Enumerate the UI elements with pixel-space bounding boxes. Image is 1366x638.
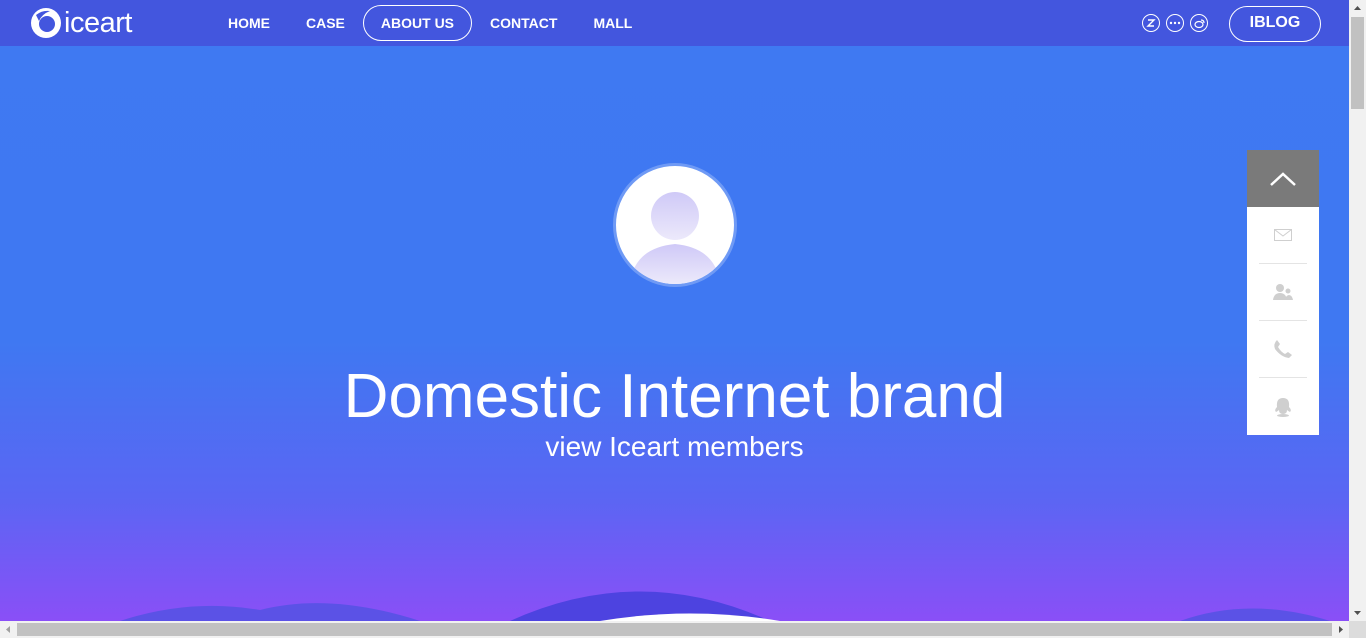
contacts-icon	[1273, 284, 1293, 300]
weibo-icon[interactable]	[1190, 14, 1208, 32]
side-panel	[1247, 207, 1319, 435]
hero-section: iceart HOME CASE ABOUT US CONTACT MALL I…	[0, 0, 1349, 621]
vertical-scroll-thumb[interactable]	[1351, 17, 1364, 109]
mail-button[interactable]	[1259, 207, 1307, 264]
main-nav: HOME CASE ABOUT US CONTACT MALL	[210, 5, 650, 41]
qq-icon	[1275, 397, 1291, 417]
vertical-scrollbar[interactable]	[1349, 0, 1366, 621]
phone-icon	[1274, 340, 1292, 358]
logo-mark-icon	[31, 8, 61, 38]
nav-mall[interactable]: MALL	[575, 5, 650, 41]
mail-icon	[1274, 229, 1292, 241]
social-links	[1142, 14, 1208, 32]
contacts-button[interactable]	[1259, 264, 1307, 321]
back-to-top-button[interactable]	[1247, 150, 1319, 207]
hero-subtitle[interactable]: view Iceart members	[0, 430, 1349, 464]
nav-about-us[interactable]: ABOUT US	[362, 5, 473, 41]
avatar[interactable]	[613, 163, 737, 287]
horizontal-scroll-thumb[interactable]	[17, 623, 1332, 636]
horizontal-scrollbar[interactable]	[0, 621, 1349, 638]
phone-button[interactable]	[1259, 321, 1307, 378]
logo-text: iceart	[64, 7, 132, 39]
zhihu-icon[interactable]	[1142, 14, 1160, 32]
iblog-button[interactable]: IBLOG	[1229, 6, 1321, 42]
more-dots-icon[interactable]	[1166, 14, 1184, 32]
scroll-right-arrow-icon[interactable]	[1332, 621, 1349, 638]
hero-title: Domestic Internet brand	[343, 362, 1006, 431]
scrollbar-corner	[1349, 621, 1366, 638]
scroll-up-arrow-icon[interactable]	[1349, 0, 1366, 17]
logo[interactable]: iceart	[30, 6, 132, 40]
top-header: iceart HOME CASE ABOUT US CONTACT MALL I…	[0, 0, 1349, 46]
nav-case[interactable]: CASE	[288, 5, 363, 41]
qq-button[interactable]	[1259, 378, 1307, 435]
scroll-down-arrow-icon[interactable]	[1349, 604, 1366, 621]
user-silhouette-icon	[630, 192, 720, 284]
nav-contact[interactable]: CONTACT	[472, 5, 575, 41]
decorative-waves	[120, 591, 1330, 621]
side-toolbar	[1247, 150, 1319, 435]
chevron-up-icon	[1270, 171, 1296, 186]
scroll-left-arrow-icon[interactable]	[0, 621, 17, 638]
nav-home[interactable]: HOME	[210, 5, 288, 41]
